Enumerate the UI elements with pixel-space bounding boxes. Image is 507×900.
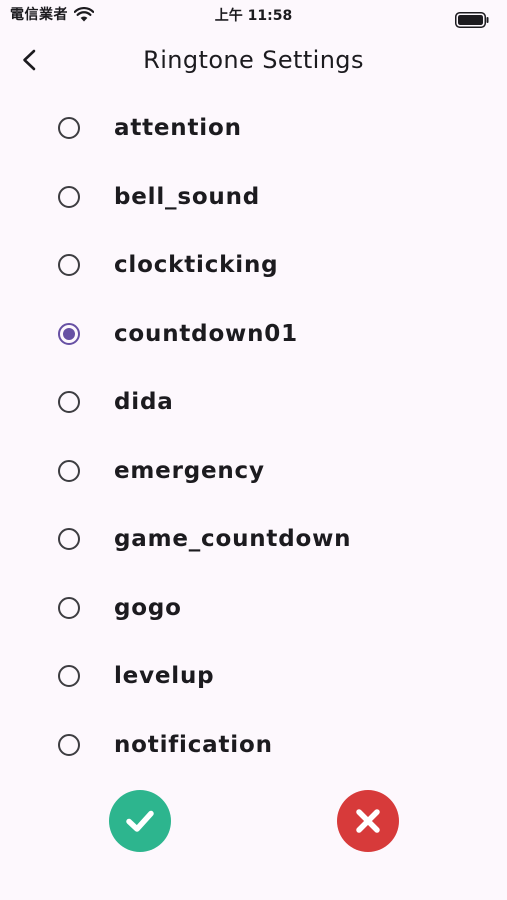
status-bar: 電信業者 上午 11:58	[0, 0, 507, 30]
radio-button[interactable]	[58, 596, 80, 619]
ringtone-item[interactable]: attention	[0, 94, 507, 163]
ringtone-label: countdown01	[114, 320, 298, 347]
check-icon	[126, 810, 154, 832]
page-title: Ringtone Settings	[143, 46, 364, 74]
radio-button[interactable]	[58, 185, 80, 208]
cancel-button[interactable]	[337, 790, 399, 852]
ringtone-item[interactable]: clockticking	[0, 231, 507, 300]
ringtone-item[interactable]: countdown01	[0, 300, 507, 369]
radio-button[interactable]	[58, 459, 80, 482]
ringtone-label: game_countdown	[114, 526, 352, 553]
ringtone-label: bell_sound	[114, 183, 261, 210]
close-icon	[356, 809, 380, 833]
radio-button[interactable]	[58, 117, 80, 140]
status-time: 上午 11:58	[214, 8, 293, 24]
radio-button[interactable]	[58, 528, 80, 551]
ringtone-item[interactable]: notification	[0, 711, 507, 780]
radio-button[interactable]	[58, 254, 80, 277]
ringtone-label: emergency	[114, 457, 265, 484]
ringtone-label: clockticking	[114, 252, 279, 279]
ringtone-label: gogo	[114, 594, 182, 621]
ringtone-label: dida	[114, 389, 174, 416]
ringtone-settings-screen: 電信業者 上午 11:58 Ringtone Settings attentio…	[0, 0, 507, 900]
ringtone-label: levelup	[114, 663, 215, 690]
battery-icon	[455, 12, 489, 28]
radio-button-selected[interactable]	[58, 322, 80, 345]
ringtone-label: attention	[114, 115, 242, 142]
ringtone-item[interactable]: levelup	[0, 642, 507, 711]
app-bar: Ringtone Settings	[0, 30, 507, 90]
ringtone-list: attention bell_sound clockticking countdown…	[0, 94, 507, 779]
confirm-button[interactable]	[109, 790, 171, 852]
ringtone-item[interactable]: bell_sound	[0, 163, 507, 232]
radio-button[interactable]	[58, 391, 80, 414]
ringtone-label: notification	[114, 731, 273, 758]
radio-button[interactable]	[58, 733, 80, 756]
ringtone-item[interactable]: dida	[0, 368, 507, 437]
ringtone-item[interactable]: game_countdown	[0, 505, 507, 574]
ringtone-item[interactable]: emergency	[0, 437, 507, 506]
radio-button[interactable]	[58, 665, 80, 688]
ringtone-item[interactable]: gogo	[0, 574, 507, 643]
